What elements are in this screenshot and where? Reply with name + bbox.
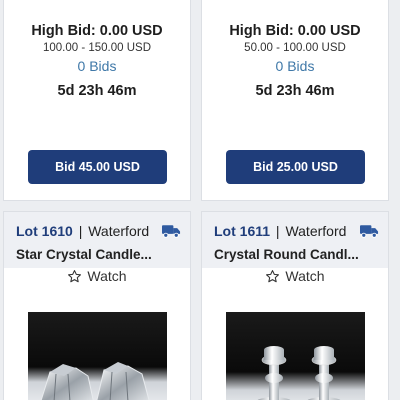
separator: | <box>275 223 280 239</box>
watch-label: Watch <box>285 268 325 284</box>
lot-line: Lot 1610 | Waterford <box>16 223 149 239</box>
lot-header: Lot 1610 | Waterford Star Crystal Candle… <box>4 212 190 268</box>
lot-number[interactable]: Lot 1611 <box>214 223 270 239</box>
lot-number[interactable]: Lot 1610 <box>16 223 73 239</box>
lot-line: Lot 1611 | Waterford <box>214 223 346 239</box>
bid-count-link[interactable]: 0 Bids <box>202 58 388 74</box>
high-bid: High Bid: 0.00 USD <box>229 23 361 39</box>
lot-header: Lot 1611 | Waterford Crystal Round Candl… <box>202 212 388 268</box>
estimate-range: 50.00 - 100.00 USD <box>244 42 346 54</box>
lot-brand: Waterford <box>285 223 347 239</box>
watch-label: Watch <box>87 268 127 284</box>
bid-button[interactable]: Bid 25.00 USD <box>226 150 365 184</box>
lot-title[interactable]: Crystal Round Candl... <box>214 247 359 262</box>
auction-card: High Bid: 0.00 USD 50.00 - 100.00 USD 0 … <box>201 0 389 201</box>
lot-card[interactable]: Lot 1611 | Waterford Crystal Round Candl… <box>201 211 389 400</box>
lot-image[interactable] <box>226 312 365 400</box>
lot-title[interactable]: Star Crystal Candle... <box>16 247 152 262</box>
truck-icon <box>360 225 379 238</box>
watch-button[interactable]: Watch <box>4 268 190 284</box>
auction-grid: High Bid: 0.00 USD 100.00 - 150.00 USD 0… <box>0 0 400 400</box>
star-outline-icon <box>266 269 280 282</box>
separator: | <box>78 223 83 239</box>
lot-image[interactable] <box>28 312 167 400</box>
auction-card: High Bid: 0.00 USD 100.00 - 150.00 USD 0… <box>3 0 191 201</box>
watch-button[interactable]: Watch <box>202 268 388 284</box>
estimate-range: 100.00 - 150.00 USD <box>42 42 152 54</box>
time-remaining: 5d 23h 46m <box>255 83 335 99</box>
time-remaining: 5d 23h 46m <box>57 83 137 99</box>
star-outline-icon <box>68 269 82 282</box>
bid-count-link[interactable]: 0 Bids <box>4 58 190 74</box>
bid-button[interactable]: Bid 45.00 USD <box>28 150 167 184</box>
truck-icon <box>162 225 181 238</box>
candle-holders-image <box>28 312 167 400</box>
lot-brand: Waterford <box>88 223 150 239</box>
lot-card[interactable]: Lot 1610 | Waterford Star Crystal Candle… <box>3 211 191 400</box>
candle-holders-image <box>226 312 365 400</box>
high-bid: High Bid: 0.00 USD <box>31 23 163 39</box>
